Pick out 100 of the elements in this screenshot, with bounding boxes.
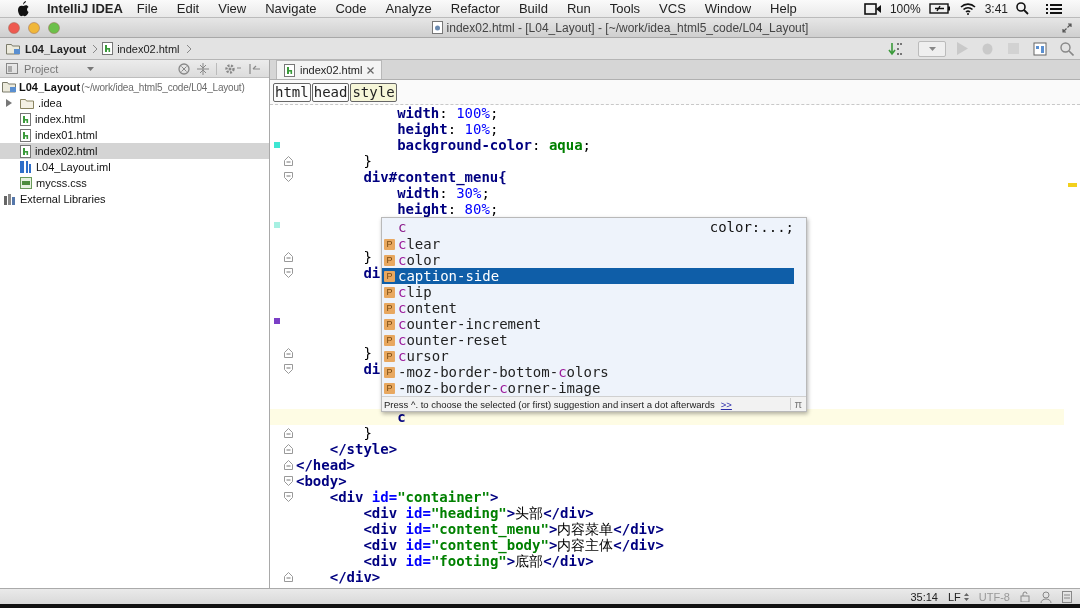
structure-icon[interactable]: [1033, 41, 1047, 56]
minimize-button[interactable]: [28, 21, 40, 34]
fold-marker-icon[interactable]: [284, 444, 293, 454]
fold-marker-icon[interactable]: [284, 428, 293, 438]
completion-item[interactable]: P clip: [382, 284, 794, 300]
battery-icon[interactable]: [928, 3, 951, 14]
caret-icon: [928, 46, 936, 51]
menu-item[interactable]: Code: [335, 1, 367, 16]
list-icon[interactable]: [1046, 2, 1062, 15]
menu-item[interactable]: Help: [770, 1, 797, 16]
menu-item[interactable]: VCS: [659, 1, 686, 16]
completion-label: clip: [398, 284, 432, 300]
tree-row[interactable]: index01.html: [0, 127, 269, 143]
fold-marker-icon[interactable]: [284, 268, 293, 278]
code-line: }: [362, 153, 372, 169]
menu-item[interactable]: View: [218, 1, 247, 16]
code-line: <div id="heading">头部</div>: [362, 505, 594, 521]
code-line: </style>: [328, 441, 398, 457]
code-line: div#content_menu{: [362, 169, 507, 185]
more-link[interactable]: >>: [720, 398, 732, 410]
completion-item[interactable]: P -moz-border-bottom-colors: [382, 364, 794, 380]
project-path: (~/work/idea_html5_code/L04_Layout): [81, 81, 245, 93]
app-name[interactable]: IntelliJ IDEA: [47, 1, 123, 16]
breadcrumb[interactable]: head: [311, 82, 350, 102]
fold-marker-icon[interactable]: [284, 476, 293, 486]
menu-item[interactable]: File: [136, 1, 158, 16]
code-line: width: 30%;: [397, 185, 490, 201]
wifi-icon[interactable]: [959, 2, 976, 15]
editor-tab[interactable]: index02.html: [276, 60, 383, 79]
menu-item[interactable]: Refactor: [450, 1, 500, 16]
gear-icon[interactable]: [224, 62, 242, 75]
menu-item[interactable]: Window: [704, 1, 752, 16]
completion-item[interactable]: P counter-reset: [382, 332, 794, 348]
breadcrumb[interactable]: style: [350, 82, 397, 102]
close-button[interactable]: [8, 21, 20, 34]
completion-item[interactable]: P content: [382, 300, 794, 316]
tree-row[interactable]: index02.html: [0, 143, 269, 159]
cursor-position[interactable]: 35:14: [910, 590, 938, 603]
run-config-dropdown[interactable]: [918, 40, 946, 57]
search-icon[interactable]: [1016, 2, 1029, 15]
tree-row[interactable]: index.html: [0, 111, 269, 127]
sort-icon[interactable]: [888, 41, 904, 56]
code-line: <div id="container">: [328, 489, 499, 505]
menu-item[interactable]: Edit: [176, 1, 200, 16]
completion-hint: color:...;: [709, 219, 794, 235]
fold-marker-icon[interactable]: [284, 364, 293, 374]
code-line: height: 80%;: [396, 201, 499, 217]
fold-marker-icon[interactable]: [284, 172, 293, 182]
menu-item[interactable]: Analyze: [385, 1, 432, 16]
clock-time[interactable]: 3:41: [984, 1, 1008, 16]
locate-icon[interactable]: [178, 62, 190, 75]
menu-item[interactable]: Run: [566, 1, 591, 16]
lock-icon[interactable]: [1020, 591, 1030, 602]
tree-row[interactable]: External Libraries: [0, 191, 269, 207]
line-separator-selector[interactable]: LF: [948, 590, 969, 603]
tree-row[interactable]: L04_Layout.iml: [0, 159, 269, 175]
menu-item[interactable]: Tools: [609, 1, 641, 16]
document-icon: [431, 21, 443, 34]
typed-text: c: [398, 219, 407, 235]
menu-item[interactable]: Navigate: [265, 1, 317, 16]
tree-row[interactable]: .idea: [0, 95, 269, 111]
fullscreen-icon[interactable]: [1062, 22, 1072, 33]
collapse-icon[interactable]: [197, 62, 209, 75]
fold-marker-icon[interactable]: [284, 460, 293, 470]
fold-marker-icon[interactable]: [284, 348, 293, 358]
updown-icon: [963, 592, 969, 601]
hide-icon[interactable]: [249, 62, 261, 75]
code-line: </head>: [296, 457, 355, 473]
completion-label: counter-increment: [398, 316, 542, 332]
code-line: <div id="content_menu">内容菜单</div>: [362, 521, 664, 537]
completion-label: counter-reset: [398, 332, 508, 348]
close-icon[interactable]: [367, 66, 375, 74]
chevron-icon: [92, 43, 99, 54]
property-badge: P: [384, 254, 395, 266]
completion-item[interactable]: P color: [382, 252, 794, 268]
completion-item[interactable]: P cursor: [382, 348, 794, 364]
video-camera-icon[interactable]: [863, 2, 882, 15]
tree-row[interactable]: mycss.css: [0, 175, 269, 191]
collapsed-arrow-icon[interactable]: [5, 99, 13, 107]
completion-item[interactable]: P -moz-border-corner-image: [382, 380, 794, 396]
code-line: <div id="footing">底部</div>: [362, 553, 594, 569]
nav-crumb[interactable]: L04_Layout: [25, 42, 87, 55]
nav-crumb[interactable]: index02.html: [117, 42, 180, 55]
inspector-icon[interactable]: [1040, 590, 1052, 603]
property-badge: P: [384, 366, 395, 378]
completion-item[interactable]: P counter-increment: [382, 316, 794, 332]
breadcrumb[interactable]: html: [273, 82, 311, 102]
completion-label: cursor: [398, 348, 449, 364]
completion-item[interactable]: P clear: [382, 236, 794, 252]
fold-marker-icon[interactable]: [284, 492, 293, 502]
menu-item[interactable]: Build: [518, 1, 548, 16]
file-name: External Libraries: [20, 193, 106, 205]
zoom-button[interactable]: [48, 21, 60, 34]
code-line: height: 10%;: [396, 121, 499, 137]
fold-marker-icon[interactable]: [284, 572, 293, 582]
completion-item[interactable]: P caption-side: [382, 268, 794, 284]
tree-row[interactable]: L04_Layout(~/work/idea_html5_code/L04_Layout): [0, 79, 269, 95]
fold-marker-icon[interactable]: [284, 156, 293, 166]
fold-marker-icon[interactable]: [284, 252, 293, 262]
panel-icon: [6, 63, 18, 74]
